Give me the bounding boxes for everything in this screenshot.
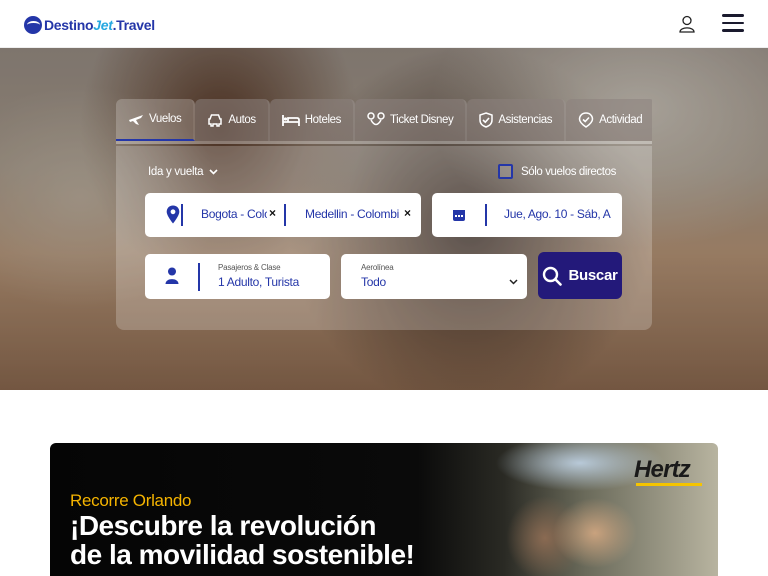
direct-flights-label: Sólo vuelos directos <box>521 165 616 178</box>
destination-input[interactable]: Medellin - Colombi <box>305 207 403 221</box>
tab-hoteles[interactable]: Hoteles <box>269 99 355 141</box>
product-tabs: Vuelos Autos Hoteles Ticket Disney Asist… <box>116 99 652 141</box>
clear-origin-button[interactable]: × <box>269 206 276 220</box>
tab-label: Actividad <box>599 114 643 126</box>
tab-autos[interactable]: Autos <box>195 99 270 141</box>
banner-title-line2: de la movilidad sostenible! <box>70 539 415 570</box>
location-pin-icon <box>166 205 180 224</box>
shield-check-icon <box>479 112 494 128</box>
passengers-label: Pasajeros & Clase <box>218 263 281 272</box>
origin-input[interactable]: Bogota - Colc <box>201 207 267 221</box>
chevron-down-icon <box>209 169 218 175</box>
logo-text-destino: Destino <box>44 17 94 33</box>
banner-title-line1: ¡Descubre la revolución <box>70 510 376 541</box>
logo-mark-icon <box>24 16 42 34</box>
tab-label: Hoteles <box>304 114 342 126</box>
passengers-value: 1 Adulto, Turista <box>218 275 299 289</box>
airline-value: Todo <box>361 275 386 289</box>
hertz-logo: Hertz <box>634 456 691 483</box>
search-button[interactable]: Buscar <box>538 252 622 299</box>
bed-icon <box>281 115 300 126</box>
logo-text: DestinoJet.Travel <box>44 17 155 33</box>
hertz-logo-underline <box>636 483 702 486</box>
plane-icon <box>129 115 143 125</box>
trip-type-label: Ida y vuelta <box>148 166 204 178</box>
tab-actividades[interactable]: Actividad <box>566 99 652 141</box>
dates-value: Jue, Ago. 10 - Sáb, A <box>504 207 611 221</box>
car-icon <box>208 114 223 127</box>
chevron-down-icon <box>509 279 518 285</box>
user-icon[interactable] <box>677 14 697 34</box>
tab-label: Vuelos <box>149 113 182 125</box>
tab-label: Asistencias <box>498 114 553 126</box>
passengers-field[interactable]: Pasajeros & Clase 1 Adulto, Turista <box>145 254 330 299</box>
mouse-ears-icon <box>367 112 385 126</box>
dates-field[interactable]: Jue, Ago. 10 - Sáb, A <box>432 193 622 237</box>
tab-vuelos[interactable]: Vuelos <box>116 99 196 141</box>
person-icon <box>165 267 179 284</box>
map-pin-check-icon <box>578 112 594 128</box>
tab-label: Ticket Disney <box>389 114 454 126</box>
tab-ticket-disney[interactable]: Ticket Disney <box>354 99 468 141</box>
search-icon <box>543 266 563 286</box>
tab-asistencias[interactable]: Asistencias <box>467 99 567 141</box>
direct-flights-option[interactable]: Sólo vuelos directos <box>498 164 616 179</box>
search-button-label: Buscar <box>568 267 618 284</box>
logo-text-jet: Jet <box>93 17 113 33</box>
clear-destination-button[interactable]: × <box>404 206 411 220</box>
calendar-icon <box>453 210 465 221</box>
airline-select[interactable]: Aerolínea Todo <box>341 254 527 299</box>
banner-title: ¡Descubre la revolución de la movilidad … <box>70 510 415 570</box>
tabs-underline <box>116 141 652 144</box>
logo-text-travel: .Travel <box>112 17 156 33</box>
direct-flights-checkbox[interactable] <box>498 164 513 179</box>
route-field: Bogota - Colc × Medellin - Colombi × <box>145 193 421 237</box>
logo[interactable]: DestinoJet.Travel <box>24 14 155 36</box>
tab-label: Autos <box>228 114 256 126</box>
trip-type-select[interactable]: Ida y vuelta <box>148 166 218 178</box>
hamburger-menu-icon[interactable] <box>722 14 744 34</box>
site-header: DestinoJet.Travel <box>0 0 768 48</box>
airline-label: Aerolínea <box>361 263 394 272</box>
banner-kicker: Recorre Orlando <box>70 491 192 510</box>
